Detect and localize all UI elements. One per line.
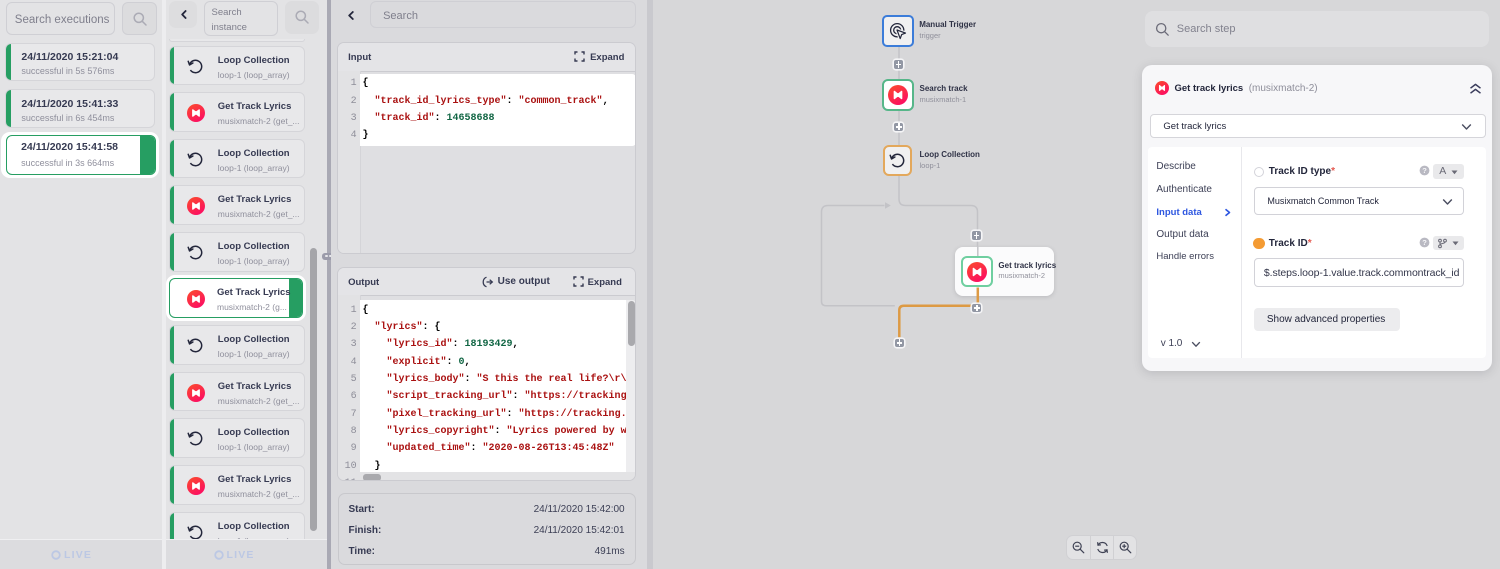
svg-text:?: ? (1422, 166, 1427, 175)
svg-text:?: ? (1422, 238, 1427, 247)
